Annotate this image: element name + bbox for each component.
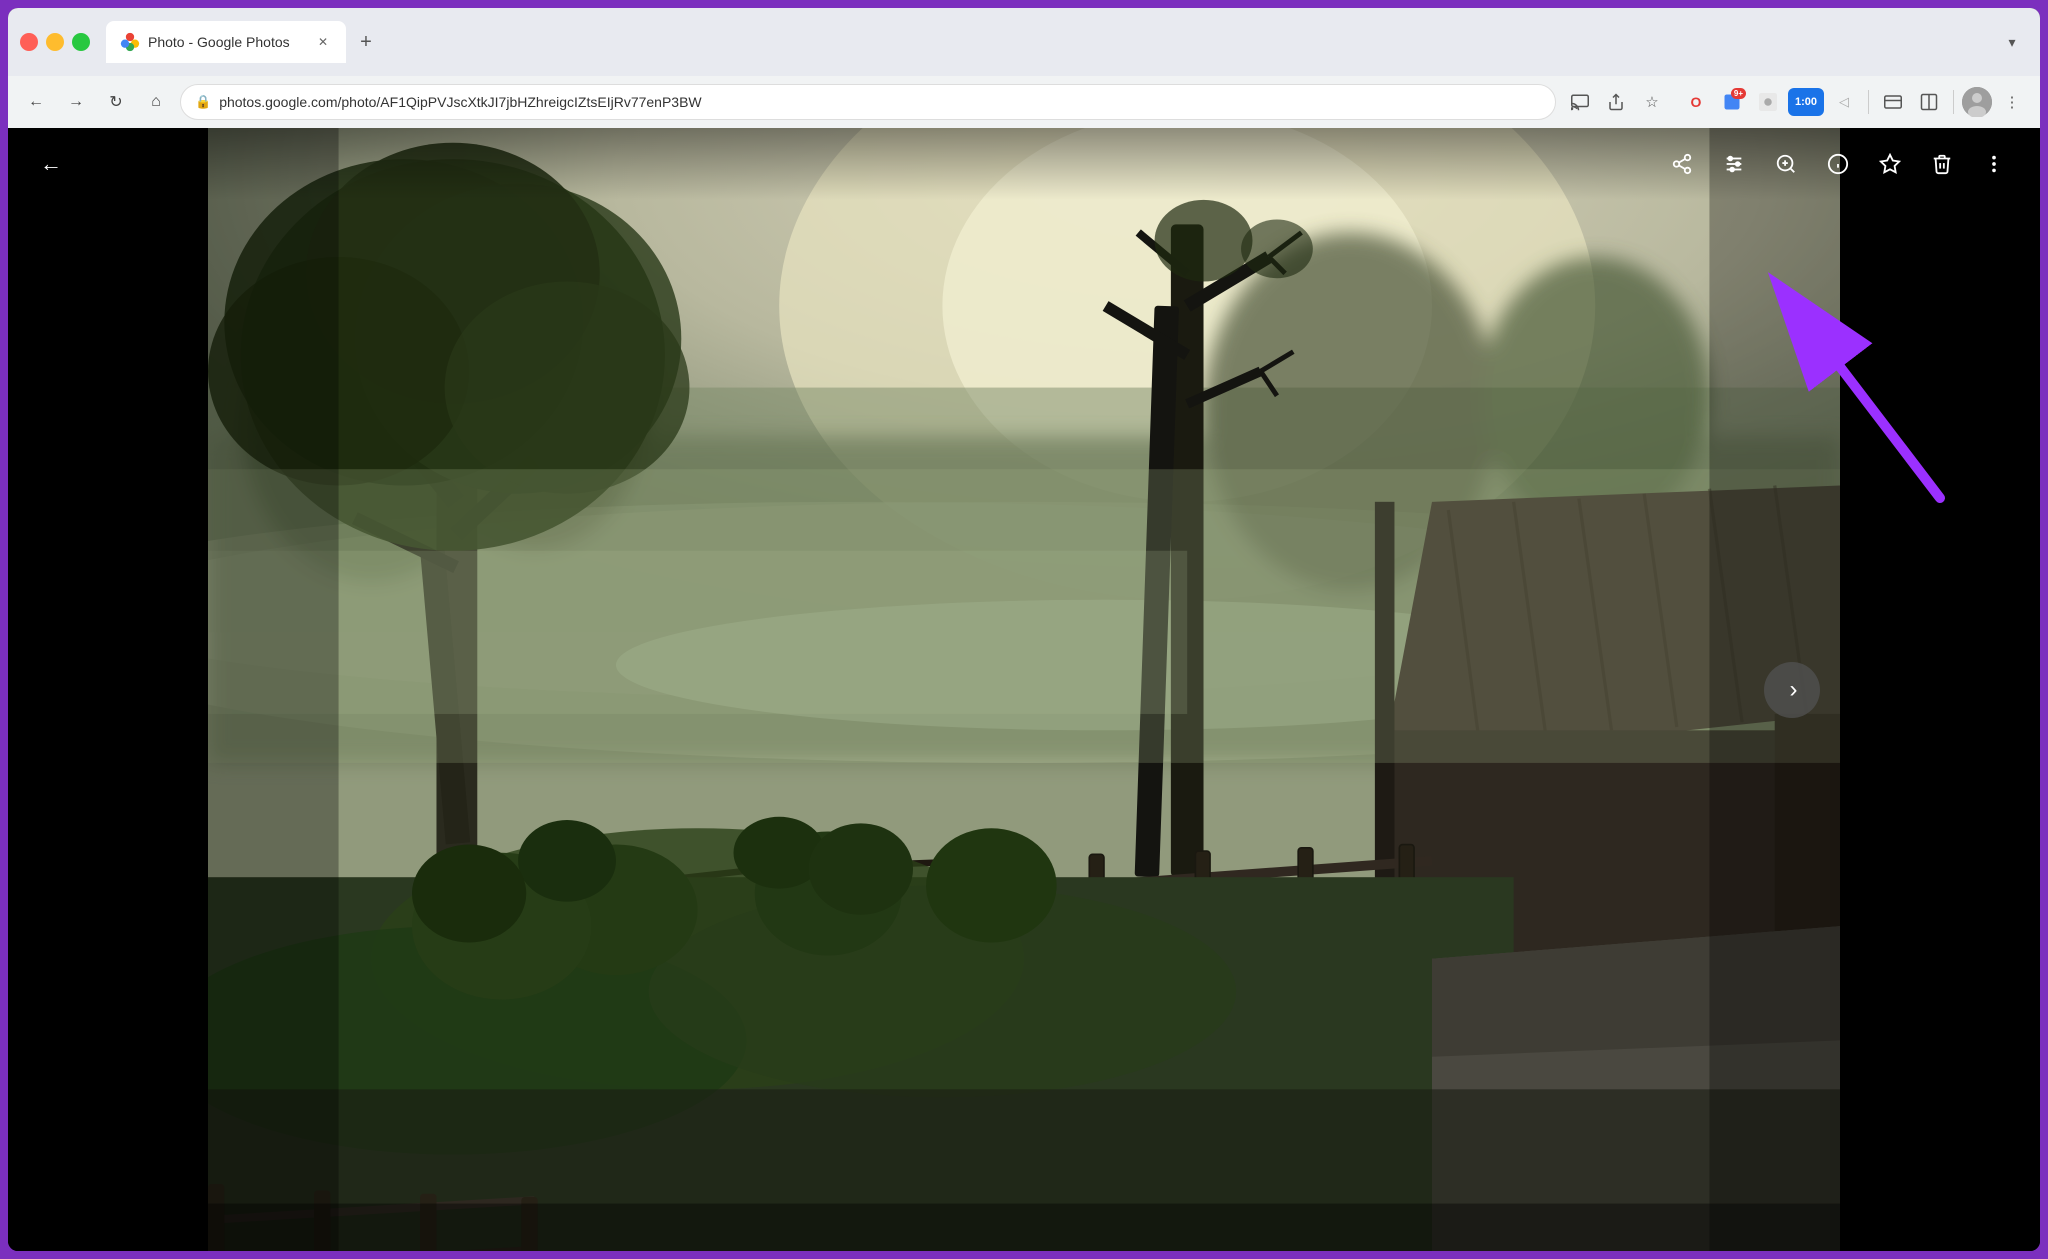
extensions-arrow-button[interactable]: ◁ [1828, 86, 1860, 118]
share-button[interactable] [1660, 142, 1704, 186]
edit-button[interactable] [1712, 142, 1756, 186]
maximize-window-button[interactable] [72, 33, 90, 51]
new-tab-button[interactable]: + [350, 26, 382, 58]
wallet-button[interactable] [1877, 86, 1909, 118]
tab-list-button[interactable]: ▾ [1996, 26, 2028, 58]
zoom-button[interactable] [1764, 142, 1808, 186]
next-arrow-icon: › [1790, 676, 1798, 704]
minimize-window-button[interactable] [46, 33, 64, 51]
browser-window: Photo - Google Photos ✕ + ▾ ← → ↻ ⌂ 🔒 ph… [8, 8, 2040, 1251]
next-photo-button[interactable]: › [1764, 662, 1820, 718]
back-button[interactable]: ← [20, 86, 52, 118]
bookmark-button[interactable]: ☆ [1636, 86, 1668, 118]
favorite-button[interactable] [1868, 142, 1912, 186]
toolbar-divider [1868, 90, 1869, 114]
browser-menu-button[interactable]: ⋮ [1996, 86, 2028, 118]
info-button[interactable] [1816, 142, 1860, 186]
home-button[interactable]: ⌂ [140, 86, 172, 118]
tab-bar: Photo - Google Photos ✕ + ▾ [106, 21, 2028, 63]
cast-button[interactable] [1564, 86, 1596, 118]
time-extension-button[interactable]: 1:00 [1788, 88, 1824, 116]
url-text: photos.google.com/photo/AF1QipPVJscXtkJI… [219, 94, 1541, 110]
google-photos-favicon [120, 32, 140, 52]
toolbar-icons: ☆ O 9+ 1:00 ◁ [1564, 86, 2028, 118]
close-window-button[interactable] [20, 33, 38, 51]
tab-close-button[interactable]: ✕ [314, 33, 332, 51]
active-tab[interactable]: Photo - Google Photos ✕ [106, 21, 346, 63]
split-view-button[interactable] [1913, 86, 1945, 118]
share-page-button[interactable] [1600, 86, 1632, 118]
photo-toolbar: ← [8, 128, 2040, 200]
extension-badge: 9+ [1731, 88, 1746, 99]
left-panel [8, 128, 208, 1251]
nav-bar: ← → ↻ ⌂ 🔒 photos.google.com/photo/AF1Qip… [8, 76, 2040, 128]
photo-viewer: ← [8, 128, 2040, 1251]
photo-image [208, 128, 1840, 1251]
time-badge-text: 1:00 [1795, 96, 1817, 108]
title-bar: Photo - Google Photos ✕ + ▾ [8, 8, 2040, 76]
photo-back-button[interactable]: ← [32, 143, 70, 185]
more-options-button[interactable] [1972, 142, 2016, 186]
tab-title: Photo - Google Photos [148, 34, 306, 50]
extension-badge-button[interactable]: 9+ [1716, 86, 1748, 118]
photo-extension-button[interactable] [1752, 86, 1784, 118]
reload-button[interactable]: ↻ [100, 86, 132, 118]
photo-canvas [208, 128, 1840, 1251]
delete-button[interactable] [1920, 142, 1964, 186]
address-bar[interactable]: 🔒 photos.google.com/photo/AF1QipPVJscXtk… [180, 84, 1556, 120]
right-panel [1840, 128, 2040, 1251]
traffic-lights [20, 33, 90, 51]
opera-icon[interactable]: O [1680, 86, 1712, 118]
profile-avatar[interactable] [1962, 87, 1992, 117]
photo-toolbar-right [1660, 142, 2016, 186]
security-icon: 🔒 [195, 94, 211, 110]
toolbar-divider2 [1953, 90, 1954, 114]
forward-button[interactable]: → [60, 86, 92, 118]
